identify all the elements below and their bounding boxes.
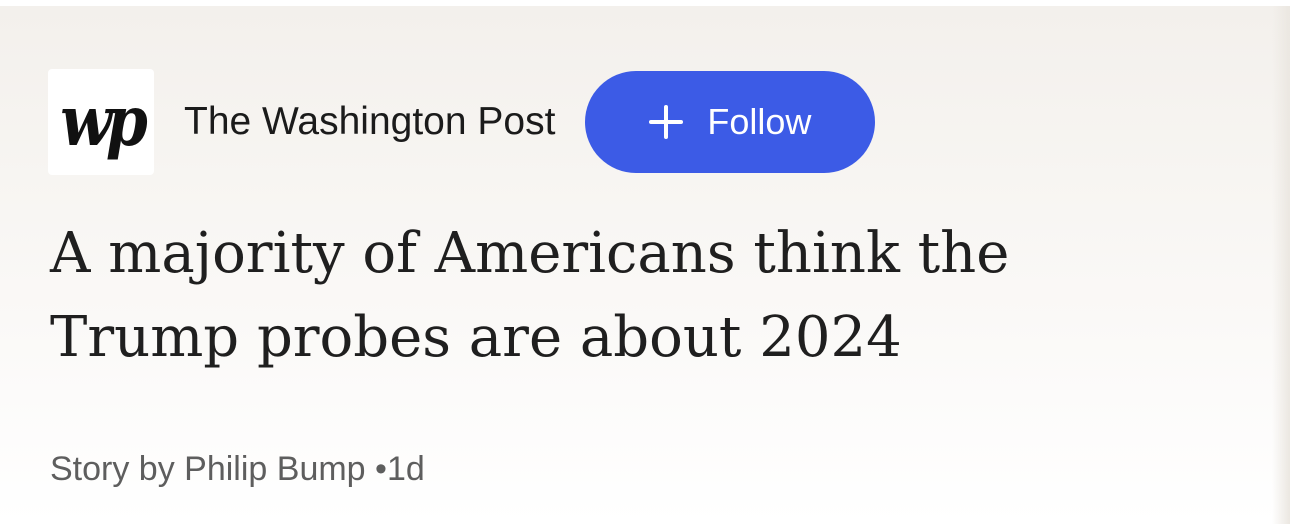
follow-button-label: Follow	[707, 101, 812, 142]
article-card: wp The Washington Post Follow A majority…	[0, 6, 1290, 524]
publisher-header: wp The Washington Post Follow	[48, 68, 876, 176]
article-headline[interactable]: A majority of Americans think the Trump …	[50, 212, 1200, 380]
article-byline: Story by Philip Bump •1d	[50, 450, 425, 489]
byline-separator: •	[375, 450, 387, 488]
byline-author: Story by Philip Bump	[50, 450, 366, 488]
publisher-logo[interactable]: wp	[48, 69, 154, 175]
card-edge-shade	[1272, 6, 1290, 524]
byline-age: 1d	[386, 450, 425, 488]
publisher-name[interactable]: The Washington Post	[184, 100, 555, 144]
publisher-logo-text: wp	[60, 81, 148, 163]
plus-icon	[649, 105, 684, 139]
follow-button[interactable]: Follow	[585, 71, 876, 173]
